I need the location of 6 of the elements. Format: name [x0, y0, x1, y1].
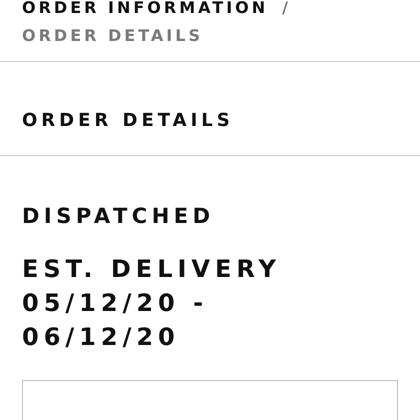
breadcrumb-link[interactable]: ORDER INFORMATION — [22, 0, 268, 19]
order-status: DISPATCHED — [21, 203, 216, 228]
breadcrumb-link[interactable]: ORDER DETAILS — [22, 25, 398, 47]
page-heading: ORDER DETAILS — [21, 109, 235, 133]
breadcrumb-separator: / — [282, 0, 291, 19]
delivery-estimate: EST. DELIVERY 05/12/20 - 06/12/20 — [21, 254, 282, 353]
